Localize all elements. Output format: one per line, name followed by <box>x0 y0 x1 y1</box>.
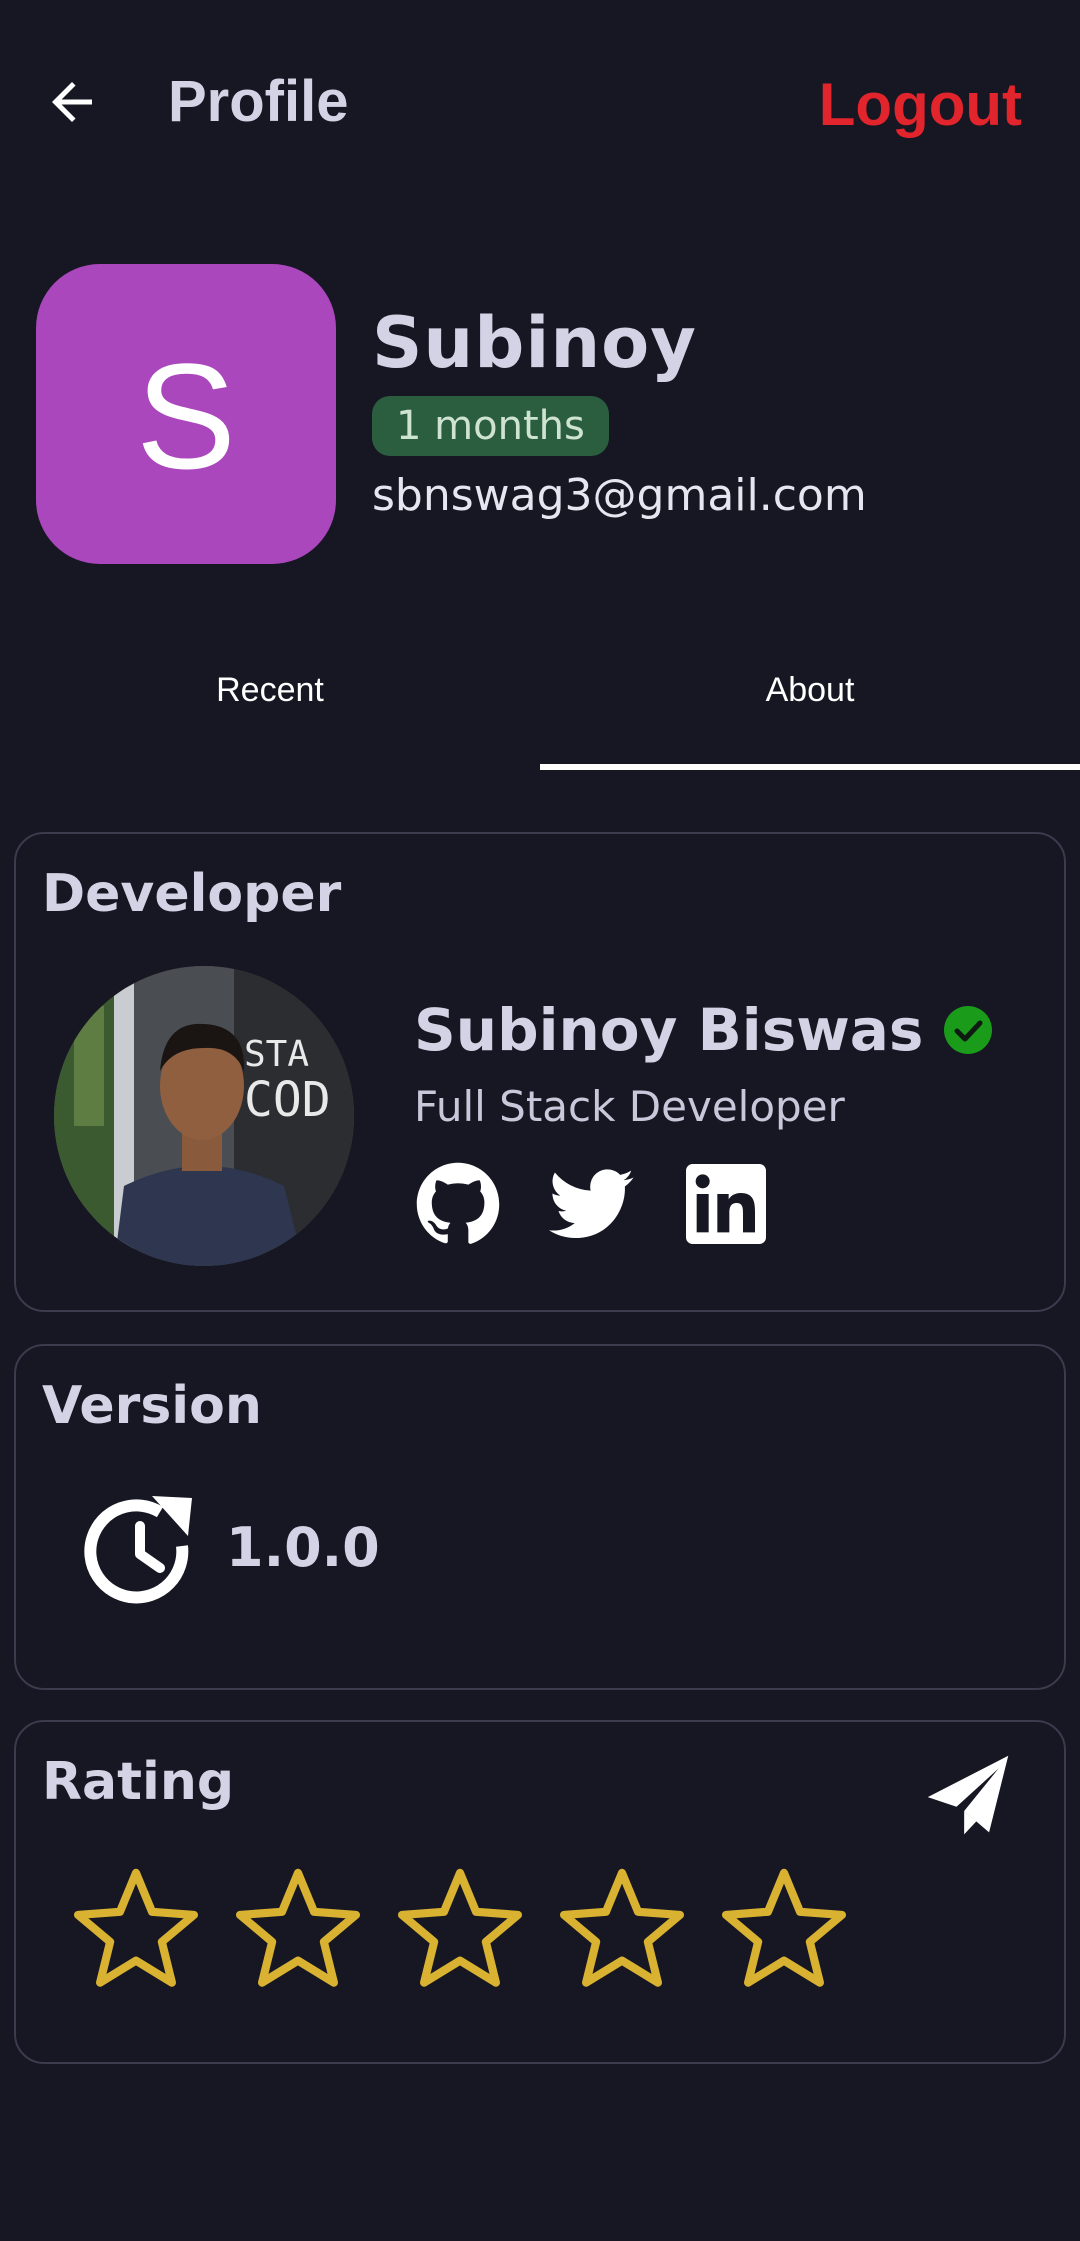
rating-card: Rating <box>14 1720 1066 2064</box>
github-link[interactable] <box>414 1160 502 1248</box>
github-icon <box>416 1162 500 1244</box>
social-links <box>414 1160 816 1248</box>
twitter-link[interactable] <box>548 1160 636 1248</box>
star-icon[interactable] <box>392 1862 528 1998</box>
star-icon[interactable] <box>716 1862 852 1998</box>
version-card: Version 1.0.0 <box>14 1344 1066 1690</box>
developer-section-title: Developer <box>42 864 342 924</box>
developer-name-row: Subinoy Biswas <box>414 996 993 1064</box>
tenure-badge: 1 months <box>372 396 609 456</box>
svg-text:COD: COD <box>244 1072 331 1128</box>
update-clock-icon <box>84 1496 192 1604</box>
developer-name: Subinoy Biswas <box>414 996 924 1064</box>
version-number: 1.0.0 <box>226 1516 380 1579</box>
user-name: Subinoy <box>372 302 697 384</box>
developer-card: Developer STA COD Subinoy Biswas Full St… <box>14 832 1066 1312</box>
developer-photo: STA COD <box>54 966 354 1266</box>
tab-about[interactable]: About <box>540 640 1080 770</box>
linkedin-link[interactable] <box>682 1160 770 1248</box>
avatar: S <box>36 264 336 564</box>
user-email: sbnswag3@gmail.com <box>372 470 867 521</box>
profile-tabs: Recent About <box>0 640 1080 770</box>
send-icon[interactable] <box>922 1750 1014 1842</box>
arrow-left-icon <box>52 82 92 122</box>
star-icon[interactable] <box>230 1862 366 1998</box>
star-icon[interactable] <box>554 1862 690 1998</box>
page-title: Profile <box>168 69 349 134</box>
svg-text:STA: STA <box>244 1034 309 1075</box>
star-icon[interactable] <box>68 1862 204 1998</box>
linkedin-icon <box>686 1164 766 1244</box>
back-button[interactable] <box>36 66 108 138</box>
developer-role: Full Stack Developer <box>414 1082 845 1131</box>
avatar-letter: S <box>135 332 237 500</box>
verified-check-icon <box>944 1006 993 1054</box>
version-section-title: Version <box>42 1376 262 1436</box>
tab-recent[interactable]: Recent <box>0 640 540 770</box>
rating-section-title: Rating <box>42 1752 235 1812</box>
rating-stars <box>68 1862 878 1998</box>
twitter-icon <box>549 1169 634 1239</box>
developer-photo-image: STA COD <box>54 966 354 1266</box>
logout-button[interactable]: Logout <box>819 70 1022 139</box>
app-header: Profile Logout <box>0 0 1080 210</box>
